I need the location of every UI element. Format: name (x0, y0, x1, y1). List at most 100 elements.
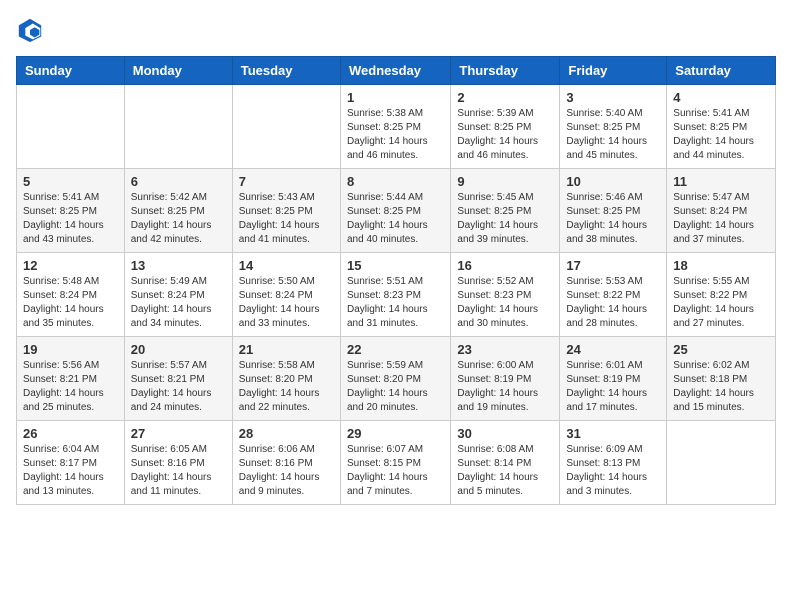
calendar-cell: 1 Sunrise: 5:38 AMSunset: 8:25 PMDaylight… (340, 85, 450, 169)
day-number: 13 (131, 258, 226, 273)
day-of-week-header: Monday (124, 57, 232, 85)
day-info: Sunrise: 5:43 AMSunset: 8:25 PMDaylight:… (239, 191, 334, 247)
calendar-cell: 12Sunrise: 5:48 AMSunset: 8:24 PMDayligh… (17, 253, 125, 337)
day-info: Sunrise: 5:40 AMSunset: 8:25 PMDaylight:… (566, 107, 660, 163)
calendar-cell: 13 Sunrise: 5:49 AMSunset: 8:24 PMDayligh… (124, 253, 232, 337)
logo-icon (16, 16, 44, 44)
calendar-cell: 4 Sunrise: 5:41 AMSunset: 8:25 PMDaylight… (667, 85, 776, 169)
calendar-header-row: SundayMondayTuesdayWednesdayThursdayFrid… (17, 57, 776, 85)
calendar-week-row: 1 Sunrise: 5:38 AMSunset: 8:25 PMDaylight… (17, 85, 776, 169)
calendar-cell: 25Sunrise: 6:02 AMSunset: 8:18 PMDayligh… (667, 337, 776, 421)
day-number: 14 (239, 258, 334, 273)
calendar-cell (17, 85, 125, 169)
calendar-cell: 23 Sunrise: 6:00 AMSunset: 8:19 PMDayligh… (451, 337, 560, 421)
day-number: 2 (457, 90, 553, 105)
day-info: Sunrise: 6:09 AMSunset: 8:13 PMDaylight:… (566, 443, 660, 499)
day-info: Sunrise: 5:55 AMSunset: 8:22 PMDaylight:… (673, 275, 769, 331)
day-info: Sunrise: 6:08 AMSunset: 8:14 PMDaylight:… (457, 443, 553, 499)
day-number: 26 (23, 426, 118, 441)
day-of-week-header: Saturday (667, 57, 776, 85)
day-info: Sunrise: 5:59 AMSunset: 8:20 PMDaylight:… (347, 359, 444, 415)
calendar-cell: 31 Sunrise: 6:09 AMSunset: 8:13 PMDayligh… (560, 421, 667, 505)
day-info: Sunrise: 6:07 AMSunset: 8:15 PMDaylight:… (347, 443, 444, 499)
calendar-cell: 24Sunrise: 6:01 AMSunset: 8:19 PMDayligh… (560, 337, 667, 421)
calendar-week-row: 26 Sunrise: 6:04 AMSunset: 8:17 PMDayligh… (17, 421, 776, 505)
calendar-cell: 26 Sunrise: 6:04 AMSunset: 8:17 PMDayligh… (17, 421, 125, 505)
day-number: 10 (566, 174, 660, 189)
day-number: 17 (566, 258, 660, 273)
day-info: Sunrise: 5:42 AMSunset: 8:25 PMDaylight:… (131, 191, 226, 247)
day-number: 21 (239, 342, 334, 357)
day-info: Sunrise: 5:47 AMSunset: 8:24 PMDaylight:… (673, 191, 769, 247)
day-info: Sunrise: 5:38 AMSunset: 8:25 PMDaylight:… (347, 107, 444, 163)
calendar-week-row: 19 Sunrise: 5:56 AMSunset: 8:21 PMDayligh… (17, 337, 776, 421)
day-number: 16 (457, 258, 553, 273)
day-number: 3 (566, 90, 660, 105)
calendar-cell: 21Sunrise: 5:58 AMSunset: 8:20 PMDayligh… (232, 337, 340, 421)
day-info: Sunrise: 5:39 AMSunset: 8:25 PMDaylight:… (457, 107, 553, 163)
calendar-cell: 15 Sunrise: 5:51 AMSunset: 8:23 PMDayligh… (340, 253, 450, 337)
calendar-cell: 7 Sunrise: 5:43 AMSunset: 8:25 PMDaylight… (232, 169, 340, 253)
day-number: 5 (23, 174, 118, 189)
day-info: Sunrise: 5:56 AMSunset: 8:21 PMDaylight:… (23, 359, 118, 415)
calendar-cell: 28 Sunrise: 6:06 AMSunset: 8:16 PMDayligh… (232, 421, 340, 505)
calendar-cell: 29 Sunrise: 6:07 AMSunset: 8:15 PMDayligh… (340, 421, 450, 505)
calendar-cell: 5 Sunrise: 5:41 AMSunset: 8:25 PMDaylight… (17, 169, 125, 253)
day-number: 20 (131, 342, 226, 357)
day-number: 1 (347, 90, 444, 105)
day-info: Sunrise: 6:00 AMSunset: 8:19 PMDaylight:… (457, 359, 553, 415)
day-number: 19 (23, 342, 118, 357)
calendar-cell: 3 Sunrise: 5:40 AMSunset: 8:25 PMDaylight… (560, 85, 667, 169)
calendar-cell: 6 Sunrise: 5:42 AMSunset: 8:25 PMDaylight… (124, 169, 232, 253)
day-info: Sunrise: 5:57 AMSunset: 8:21 PMDaylight:… (131, 359, 226, 415)
day-number: 4 (673, 90, 769, 105)
day-number: 30 (457, 426, 553, 441)
page-header (16, 16, 776, 44)
calendar-week-row: 5 Sunrise: 5:41 AMSunset: 8:25 PMDaylight… (17, 169, 776, 253)
day-number: 6 (131, 174, 226, 189)
calendar-cell (667, 421, 776, 505)
day-of-week-header: Thursday (451, 57, 560, 85)
day-info: Sunrise: 5:51 AMSunset: 8:23 PMDaylight:… (347, 275, 444, 331)
calendar-cell: 8 Sunrise: 5:44 AMSunset: 8:25 PMDaylight… (340, 169, 450, 253)
day-of-week-header: Tuesday (232, 57, 340, 85)
calendar-cell: 10Sunrise: 5:46 AMSunset: 8:25 PMDayligh… (560, 169, 667, 253)
day-of-week-header: Friday (560, 57, 667, 85)
day-info: Sunrise: 6:04 AMSunset: 8:17 PMDaylight:… (23, 443, 118, 499)
day-of-week-header: Sunday (17, 57, 125, 85)
day-info: Sunrise: 6:02 AMSunset: 8:18 PMDaylight:… (673, 359, 769, 415)
day-info: Sunrise: 5:45 AMSunset: 8:25 PMDaylight:… (457, 191, 553, 247)
day-info: Sunrise: 5:53 AMSunset: 8:22 PMDaylight:… (566, 275, 660, 331)
day-number: 31 (566, 426, 660, 441)
calendar-cell: 22 Sunrise: 5:59 AMSunset: 8:20 PMDayligh… (340, 337, 450, 421)
day-info: Sunrise: 5:48 AMSunset: 8:24 PMDaylight:… (23, 275, 118, 331)
calendar-cell: 19 Sunrise: 5:56 AMSunset: 8:21 PMDayligh… (17, 337, 125, 421)
calendar-cell: 17 Sunrise: 5:53 AMSunset: 8:22 PMDayligh… (560, 253, 667, 337)
day-number: 22 (347, 342, 444, 357)
day-number: 27 (131, 426, 226, 441)
day-info: Sunrise: 6:05 AMSunset: 8:16 PMDaylight:… (131, 443, 226, 499)
day-info: Sunrise: 5:50 AMSunset: 8:24 PMDaylight:… (239, 275, 334, 331)
day-number: 7 (239, 174, 334, 189)
day-number: 8 (347, 174, 444, 189)
day-info: Sunrise: 5:41 AMSunset: 8:25 PMDaylight:… (23, 191, 118, 247)
calendar-cell: 16Sunrise: 5:52 AMSunset: 8:23 PMDayligh… (451, 253, 560, 337)
calendar-cell: 20 Sunrise: 5:57 AMSunset: 8:21 PMDayligh… (124, 337, 232, 421)
calendar-cell: 11Sunrise: 5:47 AMSunset: 8:24 PMDayligh… (667, 169, 776, 253)
day-number: 23 (457, 342, 553, 357)
day-number: 28 (239, 426, 334, 441)
day-number: 18 (673, 258, 769, 273)
calendar-cell (124, 85, 232, 169)
day-info: Sunrise: 6:06 AMSunset: 8:16 PMDaylight:… (239, 443, 334, 499)
calendar-cell: 14 Sunrise: 5:50 AMSunset: 8:24 PMDayligh… (232, 253, 340, 337)
logo (16, 16, 48, 44)
calendar-cell: 2 Sunrise: 5:39 AMSunset: 8:25 PMDaylight… (451, 85, 560, 169)
calendar-cell: 30 Sunrise: 6:08 AMSunset: 8:14 PMDayligh… (451, 421, 560, 505)
day-info: Sunrise: 5:41 AMSunset: 8:25 PMDaylight:… (673, 107, 769, 163)
day-info: Sunrise: 5:49 AMSunset: 8:24 PMDaylight:… (131, 275, 226, 331)
calendar-cell: 18 Sunrise: 5:55 AMSunset: 8:22 PMDayligh… (667, 253, 776, 337)
day-info: Sunrise: 5:44 AMSunset: 8:25 PMDaylight:… (347, 191, 444, 247)
day-number: 29 (347, 426, 444, 441)
calendar-week-row: 12Sunrise: 5:48 AMSunset: 8:24 PMDayligh… (17, 253, 776, 337)
day-number: 15 (347, 258, 444, 273)
